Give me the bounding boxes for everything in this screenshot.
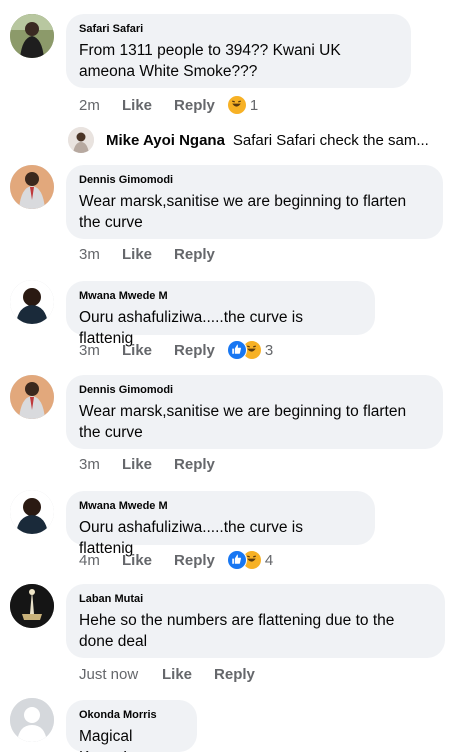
comment-author[interactable]: Mwana Mwede M <box>79 500 361 512</box>
reply-text: Safari Safari check the sam... <box>232 131 429 149</box>
comment-bubble: Dennis Gimomodi Wear marsk,sanitise we a… <box>66 165 443 239</box>
like-button[interactable]: Like <box>122 97 152 114</box>
comment-author[interactable]: Safari Safari <box>79 23 397 35</box>
comment-text: Wear marsk,sanitise we are beginning to … <box>79 403 407 441</box>
avatar[interactable] <box>10 165 54 209</box>
comment-time[interactable]: Just now <box>79 666 162 683</box>
comment-author[interactable]: Laban Mutai <box>79 593 431 605</box>
avatar[interactable] <box>68 127 94 153</box>
like-button[interactable]: Like <box>122 246 152 263</box>
like-icon <box>226 340 247 360</box>
comment-actions: 3m Like Reply 3 <box>79 340 273 360</box>
comment-bubble: Safari Safari From 1311 people to 394?? … <box>66 14 411 88</box>
avatar[interactable] <box>10 584 54 628</box>
comment-text: Hehe so the numbers are flattening due t… <box>79 612 395 650</box>
reply-author[interactable]: Mike Ayoi Ngana <box>106 132 225 149</box>
comment-bubble: Okonda Morris Magical Kenya! <box>66 700 197 752</box>
comment-bubble: Mwana Mwede M Ouru ashafuliziwa.....the … <box>66 281 375 347</box>
comment-author[interactable]: Okonda Morris <box>79 709 183 721</box>
comment-bubble: Mwana Mwede M Ouru ashafuliziwa.....the … <box>66 491 375 557</box>
comment-actions: 2m Like Reply 1 <box>79 95 258 115</box>
avatar[interactable] <box>10 490 54 534</box>
comment-text: Magical Kenya! <box>79 728 133 752</box>
reaction-count[interactable]: 1 <box>250 97 258 114</box>
comment-text: From 1311 people to 394?? Kwani UK ameon… <box>79 42 341 80</box>
avatar[interactable] <box>10 375 54 419</box>
comment-actions: Just now Like Reply <box>79 666 267 683</box>
comment-author[interactable]: Dennis Gimomodi <box>79 174 429 186</box>
comment-bubble: Dennis Gimomodi Wear marsk,sanitise we a… <box>66 375 443 449</box>
comment-time[interactable]: 3m <box>79 456 122 473</box>
comment-time[interactable]: 2m <box>79 97 122 114</box>
reply-button[interactable]: Reply <box>174 97 215 114</box>
comment-time[interactable]: 3m <box>79 342 122 359</box>
reaction-count[interactable]: 3 <box>265 342 273 359</box>
comment-actions: 3m Like Reply <box>79 456 227 473</box>
reply-button[interactable]: Reply <box>174 552 215 569</box>
reaction-count[interactable]: 4 <box>265 552 273 569</box>
reactions[interactable] <box>226 550 262 570</box>
reply-button[interactable]: Reply <box>174 342 215 359</box>
reply-button[interactable]: Reply <box>174 456 215 473</box>
reactions[interactable] <box>226 340 262 360</box>
avatar[interactable] <box>10 280 54 324</box>
like-button[interactable]: Like <box>122 552 152 569</box>
comment-text: Wear marsk,sanitise we are beginning to … <box>79 193 407 231</box>
comment-actions: 4m Like Reply 4 <box>79 550 273 570</box>
comment-author[interactable]: Dennis Gimomodi <box>79 384 429 396</box>
comment-author[interactable]: Mwana Mwede M <box>79 290 361 302</box>
avatar[interactable] <box>10 14 54 58</box>
reactions[interactable] <box>226 95 247 115</box>
haha-icon <box>226 95 247 115</box>
comment-bubble: Laban Mutai Hehe so the numbers are flat… <box>66 584 445 658</box>
like-button[interactable]: Like <box>122 342 152 359</box>
comment-actions: 3m Like Reply <box>79 246 227 263</box>
reply-button[interactable]: Reply <box>174 246 215 263</box>
reply-button[interactable]: Reply <box>214 666 255 683</box>
like-button[interactable]: Like <box>122 456 152 473</box>
comment-time[interactable]: 3m <box>79 246 122 263</box>
comment-time[interactable]: 4m <box>79 552 122 569</box>
avatar[interactable] <box>10 698 54 742</box>
reply-preview[interactable]: Mike Ayoi Ngana Safari Safari check the … <box>68 124 460 156</box>
like-icon <box>226 550 247 570</box>
like-button[interactable]: Like <box>162 666 192 683</box>
